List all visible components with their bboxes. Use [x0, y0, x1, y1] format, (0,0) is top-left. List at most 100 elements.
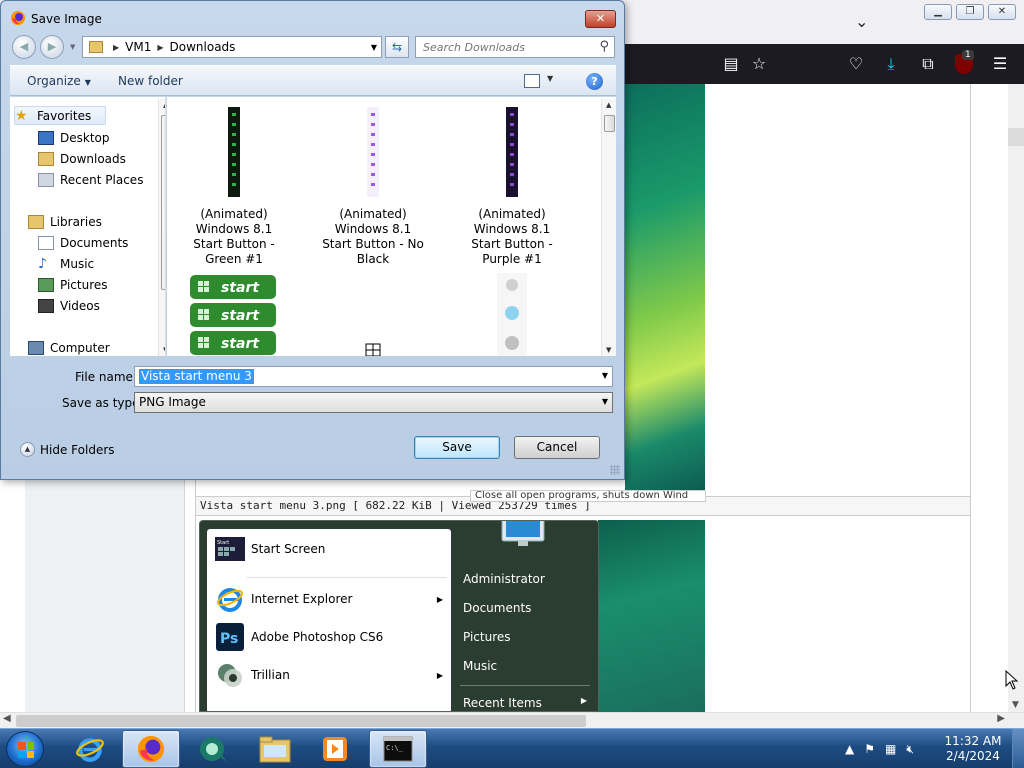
- mouse-cursor-icon: [1005, 670, 1019, 690]
- view-options-dropdown-icon[interactable]: ▼: [547, 74, 553, 83]
- save-as-type-value: PNG Image: [139, 395, 206, 409]
- nav-pictures[interactable]: Pictures: [38, 275, 108, 294]
- scrollbar-thumb[interactable]: [16, 715, 586, 727]
- navigation-pane-scrollbar[interactable]: ▲ ▼: [158, 99, 165, 356]
- taskbar-clock[interactable]: 11:32 AM 2/4/2024: [940, 734, 1006, 764]
- breadcrumb-item[interactable]: VM1: [125, 40, 151, 54]
- taskbar-firefox[interactable]: [122, 730, 180, 768]
- search-icon[interactable]: ⚲: [599, 39, 609, 54]
- taskbar-ie[interactable]: [61, 730, 119, 768]
- file-name-field[interactable]: Vista start menu 3 ▼: [134, 366, 613, 387]
- bookmark-star-icon[interactable]: ☆: [749, 54, 769, 74]
- terminal-icon: C:\_: [383, 736, 413, 762]
- save-button[interactable]: Save: [414, 436, 500, 459]
- resize-grip[interactable]: [610, 465, 620, 475]
- nav-videos[interactable]: Videos: [38, 296, 100, 315]
- breadcrumb-item[interactable]: Downloads: [170, 40, 236, 54]
- nav-recent-places[interactable]: Recent Places: [38, 170, 143, 189]
- back-button[interactable]: ◀: [12, 35, 36, 59]
- file-item[interactable]: (Animated) Windows 8.1 Start Button - No Bl…: [308, 107, 438, 267]
- svg-text:start: start: [221, 280, 260, 296]
- start-menu-right-item: Pictures: [463, 630, 511, 644]
- change-view-icon[interactable]: [524, 74, 540, 88]
- scroll-down-arrow-icon[interactable]: ▼: [1012, 700, 1019, 710]
- scroll-up-arrow-icon[interactable]: ▲: [606, 101, 611, 109]
- breadcrumb-chevron-icon[interactable]: ▶: [157, 43, 163, 52]
- search-input[interactable]: [416, 37, 586, 57]
- start-menu-item: Trillian ▶: [215, 659, 447, 691]
- minimize-button[interactable]: ▁: [924, 4, 952, 20]
- list-all-tabs-button[interactable]: ⌄: [855, 12, 873, 31]
- file-item[interactable]: [447, 273, 577, 356]
- taskbar-terminal[interactable]: C:\_: [369, 730, 427, 768]
- nav-documents[interactable]: Documents: [38, 233, 128, 252]
- taskbar-app-3[interactable]: [184, 730, 242, 768]
- nav-desktop[interactable]: Desktop: [38, 128, 110, 147]
- system-tray: ▲ ⚑ ▦ 🔇︎: [845, 729, 914, 768]
- nav-downloads[interactable]: Downloads: [38, 149, 126, 168]
- windows-logo-icon: [18, 742, 34, 758]
- scrollbar-thumb[interactable]: [1008, 128, 1024, 146]
- page-horizontal-scrollbar[interactable]: ◀ ▶: [0, 712, 1024, 728]
- new-folder-button[interactable]: New folder: [118, 74, 183, 88]
- file-list-scrollbar[interactable]: ▲ ▼: [601, 99, 616, 356]
- downloads-icon[interactable]: ⤓: [881, 54, 901, 74]
- file-item[interactable]: start start start: [169, 273, 299, 356]
- scrollbar-thumb[interactable]: [604, 115, 615, 132]
- chevron-down-icon[interactable]: ▼: [602, 371, 608, 380]
- breadcrumb-chevron-icon[interactable]: ▶: [113, 43, 119, 52]
- hide-folders-button[interactable]: ▲ Hide Folders: [20, 442, 115, 457]
- file-thumbnail: [367, 107, 379, 197]
- start-menu-item: Ps Adobe Photoshop CS6: [215, 621, 447, 653]
- folder-icon: [89, 41, 103, 53]
- refresh-button[interactable]: ⇆: [385, 36, 409, 58]
- address-bar[interactable]: ▶ VM1 ▶ Downloads ▼: [82, 36, 382, 58]
- forward-button[interactable]: ▶: [40, 35, 64, 59]
- maximize-button[interactable]: ❐: [956, 4, 984, 20]
- save-image-dialog: Save Image ✕ ◀ ▶ ▼ ▶ VM1 ▶ Downloads ▼ ⇆…: [0, 0, 625, 480]
- chevron-up-icon: ▲: [20, 442, 35, 457]
- taskbar-media-player[interactable]: [306, 730, 364, 768]
- page-vertical-scrollbar[interactable]: ▼: [1008, 84, 1024, 712]
- media-player-icon: [323, 737, 347, 761]
- photoshop-icon: Ps: [215, 622, 245, 652]
- save-as-type-select[interactable]: PNG Image ▼: [134, 392, 613, 413]
- svg-text:start: start: [221, 308, 260, 324]
- action-center-flag-icon[interactable]: ⚑: [864, 742, 875, 756]
- scroll-down-arrow-icon[interactable]: ▼: [606, 346, 611, 354]
- file-explorer-icon: [259, 736, 291, 763]
- menu-hamburger-icon[interactable]: ☰: [990, 54, 1010, 74]
- chevron-down-icon[interactable]: ▼: [602, 397, 608, 406]
- network-icon[interactable]: ▦: [885, 742, 896, 756]
- cancel-button[interactable]: Cancel: [514, 436, 600, 459]
- scroll-down-arrow-icon[interactable]: ▼: [163, 346, 165, 354]
- file-item[interactable]: (Animated) Windows 8.1 Start Button - Green…: [169, 107, 299, 267]
- organize-button[interactable]: Organize ▼: [27, 74, 91, 88]
- scroll-up-arrow-icon[interactable]: ▲: [163, 101, 165, 109]
- address-dropdown-icon[interactable]: ▼: [371, 43, 377, 52]
- nav-computer[interactable]: Computer: [28, 338, 110, 356]
- close-window-button[interactable]: ✕: [988, 4, 1016, 20]
- scroll-right-arrow-icon[interactable]: ▶: [997, 713, 1005, 724]
- nav-favorites[interactable]: ★ Favorites: [14, 106, 107, 125]
- taskbar-explorer[interactable]: [246, 730, 304, 768]
- pocket-icon[interactable]: ♡: [846, 54, 866, 74]
- vista-start-menu-image[interactable]: Start Start Screen Internet Explorer ▶ P…: [199, 520, 599, 712]
- scrollbar-thumb[interactable]: [161, 115, 165, 290]
- recent-pages-dropdown-icon[interactable]: ▼: [70, 43, 75, 51]
- show-hidden-icons-icon[interactable]: ▲: [845, 742, 854, 756]
- file-item[interactable]: (Animated) Windows 8.1 Start Button - Purpl…: [447, 107, 577, 267]
- show-desktop-button[interactable]: [1012, 729, 1024, 768]
- start-button[interactable]: [6, 731, 44, 767]
- help-icon[interactable]: ?: [586, 73, 603, 90]
- file-item[interactable]: [308, 343, 438, 356]
- reader-view-icon[interactable]: ▤: [721, 54, 741, 74]
- vista-wallpaper-image: [625, 84, 705, 492]
- nav-music[interactable]: ♪ Music: [38, 254, 94, 273]
- nav-libraries[interactable]: Libraries: [28, 212, 102, 231]
- extensions-icon[interactable]: ⧉: [918, 54, 938, 74]
- volume-muted-icon[interactable]: 🔇︎: [906, 742, 914, 757]
- scroll-left-arrow-icon[interactable]: ◀: [3, 713, 11, 724]
- dialog-close-button[interactable]: ✕: [585, 10, 616, 28]
- search-box[interactable]: ⚲: [415, 36, 615, 58]
